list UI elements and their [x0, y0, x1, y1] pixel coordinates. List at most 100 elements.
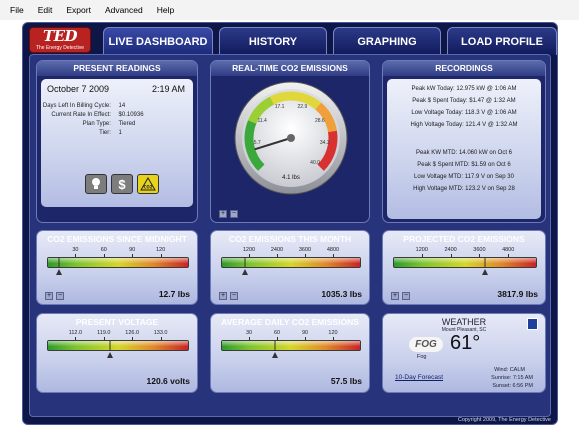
tab-load-profile[interactable]: LOAD PROFILE: [447, 27, 557, 55]
co2-this-month-panel: CO2 EMISSIONS THIS MONTH 1200 2400 3600 480…: [210, 230, 370, 305]
co2-this-month-value: 1035.3 lbs: [321, 289, 362, 299]
bar-gloss: [48, 258, 188, 263]
co2-button[interactable]: CO2: [137, 174, 159, 194]
bar-tick-label: 120: [328, 330, 338, 336]
weather-wind: Wind: CALM: [494, 367, 525, 373]
minus-button[interactable]: −: [56, 292, 64, 300]
bar-tick-label: 1200: [415, 247, 428, 253]
fog-icon: FOG: [409, 337, 443, 352]
co2-gauge-panel: REAL-TIME CO2 EMISSIONS 5.7 11.4 17.1 22.9 2…: [210, 60, 370, 223]
dollar-icon: $: [118, 176, 126, 192]
projected-co2-value: 3817.9 lbs: [497, 289, 538, 299]
tab-live-dashboard[interactable]: LIVE DASHBOARD: [103, 27, 213, 55]
minus-button[interactable]: −: [230, 292, 238, 300]
present-voltage-panel: PRESENT VOLTAGE 112.0 119.0 126.0 133.0 120…: [36, 313, 198, 393]
gauge-hub: [287, 134, 295, 142]
bar-track: [47, 340, 189, 351]
gauge-tick-label: 11.4: [257, 118, 267, 124]
plus-button[interactable]: +: [391, 292, 399, 300]
plus-button[interactable]: +: [45, 292, 53, 300]
bar-tick-label: 30: [72, 247, 79, 253]
ten-day-forecast-link[interactable]: 10-Day Forecast: [395, 374, 443, 381]
co2-warning-icon: CO2: [140, 177, 156, 191]
co2-since-midnight-bar: 30 60 90 120: [47, 247, 189, 283]
reading-time: 2:19 AM: [151, 84, 185, 94]
recording-line: High Voltage MTD: 123.2 V on Sep 28: [413, 186, 515, 192]
bar-gloss: [222, 341, 360, 346]
co2-since-midnight-panel: CO2 EMISSIONS SINCE MIDNIGHT 30 60 90 120 +…: [36, 230, 198, 305]
recording-line: High Voltage Today: 121.4 V @ 1:32 AM: [410, 122, 518, 128]
weather-panel: WEATHER Mount Pleasant, SC FOG Fog 61° 1…: [382, 313, 546, 393]
projected-co2-panel: PROJECTED CO2 EMISSIONS 1200 2400 3600 4800…: [382, 230, 546, 305]
tab-graphing[interactable]: GRAPHING: [333, 27, 441, 55]
gauge-tick-label: 34.3: [320, 140, 330, 146]
bar-tick-label: 3600: [298, 247, 312, 253]
co2-this-month-title: CO2 EMISSIONS THIS MONTH: [228, 234, 352, 244]
ted-logo: TED The Energy Detective: [29, 27, 91, 53]
reading-value: $0.10936: [118, 112, 144, 118]
projected-co2-title: PROJECTED CO2 EMISSIONS: [403, 234, 525, 244]
bar-tick-label: 133.0: [153, 330, 168, 336]
co2-gauge: 5.7 11.4 17.1 22.9 28.6 34.3 40.0 4.1 lbs: [234, 81, 348, 195]
reading-label: Plan Type:: [82, 121, 111, 127]
recording-line: Low Voltage Today: 118.3 V @ 1:06 AM: [411, 110, 517, 116]
menu-bar: File Edit Export Advanced Help: [0, 0, 579, 20]
bar-tick-label: 4800: [502, 247, 515, 253]
menu-file[interactable]: File: [10, 5, 24, 15]
reading-label: Current Rate In Effect:: [51, 112, 111, 118]
avg-daily-co2-value: 57.5 lbs: [330, 376, 362, 386]
reading-value: Tiered: [118, 121, 136, 127]
bar-value-line: [244, 257, 246, 268]
recordings-panel: RECORDINGS Peak kW Today: 12.975 kW @ 1:…: [382, 60, 546, 223]
bar-tick-label: 30: [245, 330, 253, 336]
menu-export[interactable]: Export: [66, 5, 91, 15]
recording-line: Peak KW MTD: 14.060 kW on Oct 6: [415, 150, 513, 156]
menu-help[interactable]: Help: [157, 5, 174, 15]
copyright: Copyright 2009, The Energy Detective: [457, 417, 551, 423]
bar-tick-label: 1200: [242, 247, 256, 253]
bar-tick-label: 2400: [270, 247, 284, 253]
weather-sunset: Sunset: 6:56 PM: [492, 383, 533, 389]
dollar-button[interactable]: $: [111, 174, 133, 194]
plus-button[interactable]: +: [219, 292, 227, 300]
bar-gloss: [48, 341, 188, 346]
present-readings-panel: PRESENT READINGS October 7 2009 2:19 AM …: [36, 60, 198, 223]
lightbulb-button[interactable]: [85, 174, 107, 194]
bar-tick-label: 60: [100, 247, 107, 253]
bar-tick-label: 90: [129, 247, 136, 253]
present-voltage-title: PRESENT VOLTAGE: [75, 317, 159, 327]
menu-edit[interactable]: Edit: [38, 5, 53, 15]
reading-value: 14: [118, 103, 126, 109]
bar-tick-label: 120: [156, 247, 166, 253]
bar-tick-label: 119.0: [97, 330, 111, 336]
svg-text:CO2: CO2: [143, 185, 152, 190]
bar-track: [221, 257, 361, 268]
recordings-body: Peak kW Today: 12.975 kW @ 1:06 AM Peak …: [387, 79, 541, 219]
menu-advanced[interactable]: Advanced: [105, 5, 143, 15]
bar-track: [221, 340, 361, 351]
gauge-tick-label: 5.7: [254, 140, 261, 146]
gauge-plus-button[interactable]: +: [219, 210, 227, 218]
reading-date: October 7 2009: [47, 84, 110, 94]
weather-condition: Fog: [417, 354, 427, 360]
recording-line: Peak kW Today: 12.975 kW @ 1:06 AM: [411, 86, 517, 92]
tab-history[interactable]: HISTORY: [219, 27, 327, 55]
gauge-tick-label: 17.1: [275, 104, 285, 110]
gauge-tick-label: 28.6: [315, 118, 325, 124]
bar-tick-label: 3600: [473, 247, 486, 253]
minus-button[interactable]: −: [402, 292, 410, 300]
avg-daily-co2-title: AVERAGE DAILY CO2 EMISSIONS: [221, 317, 359, 327]
bar-tick-label: 4800: [326, 247, 340, 253]
bar-value-line: [484, 257, 486, 268]
gauge-minus-button[interactable]: −: [230, 210, 238, 218]
bar-value-line: [109, 340, 111, 351]
bar-pointer: [242, 269, 249, 275]
bar-tick-label: 90: [301, 330, 309, 336]
gauge-tick-label: 22.9: [298, 104, 308, 110]
gauge-value: 4.1 lbs: [282, 175, 300, 181]
bar-gloss: [222, 258, 360, 263]
recordings-title: RECORDINGS: [383, 61, 545, 76]
bar-pointer: [481, 269, 488, 275]
present-voltage-bar: 112.0 119.0 126.0 133.0: [47, 330, 189, 366]
present-readings-body: October 7 2009 2:19 AM Days Left In Bill…: [41, 79, 193, 207]
